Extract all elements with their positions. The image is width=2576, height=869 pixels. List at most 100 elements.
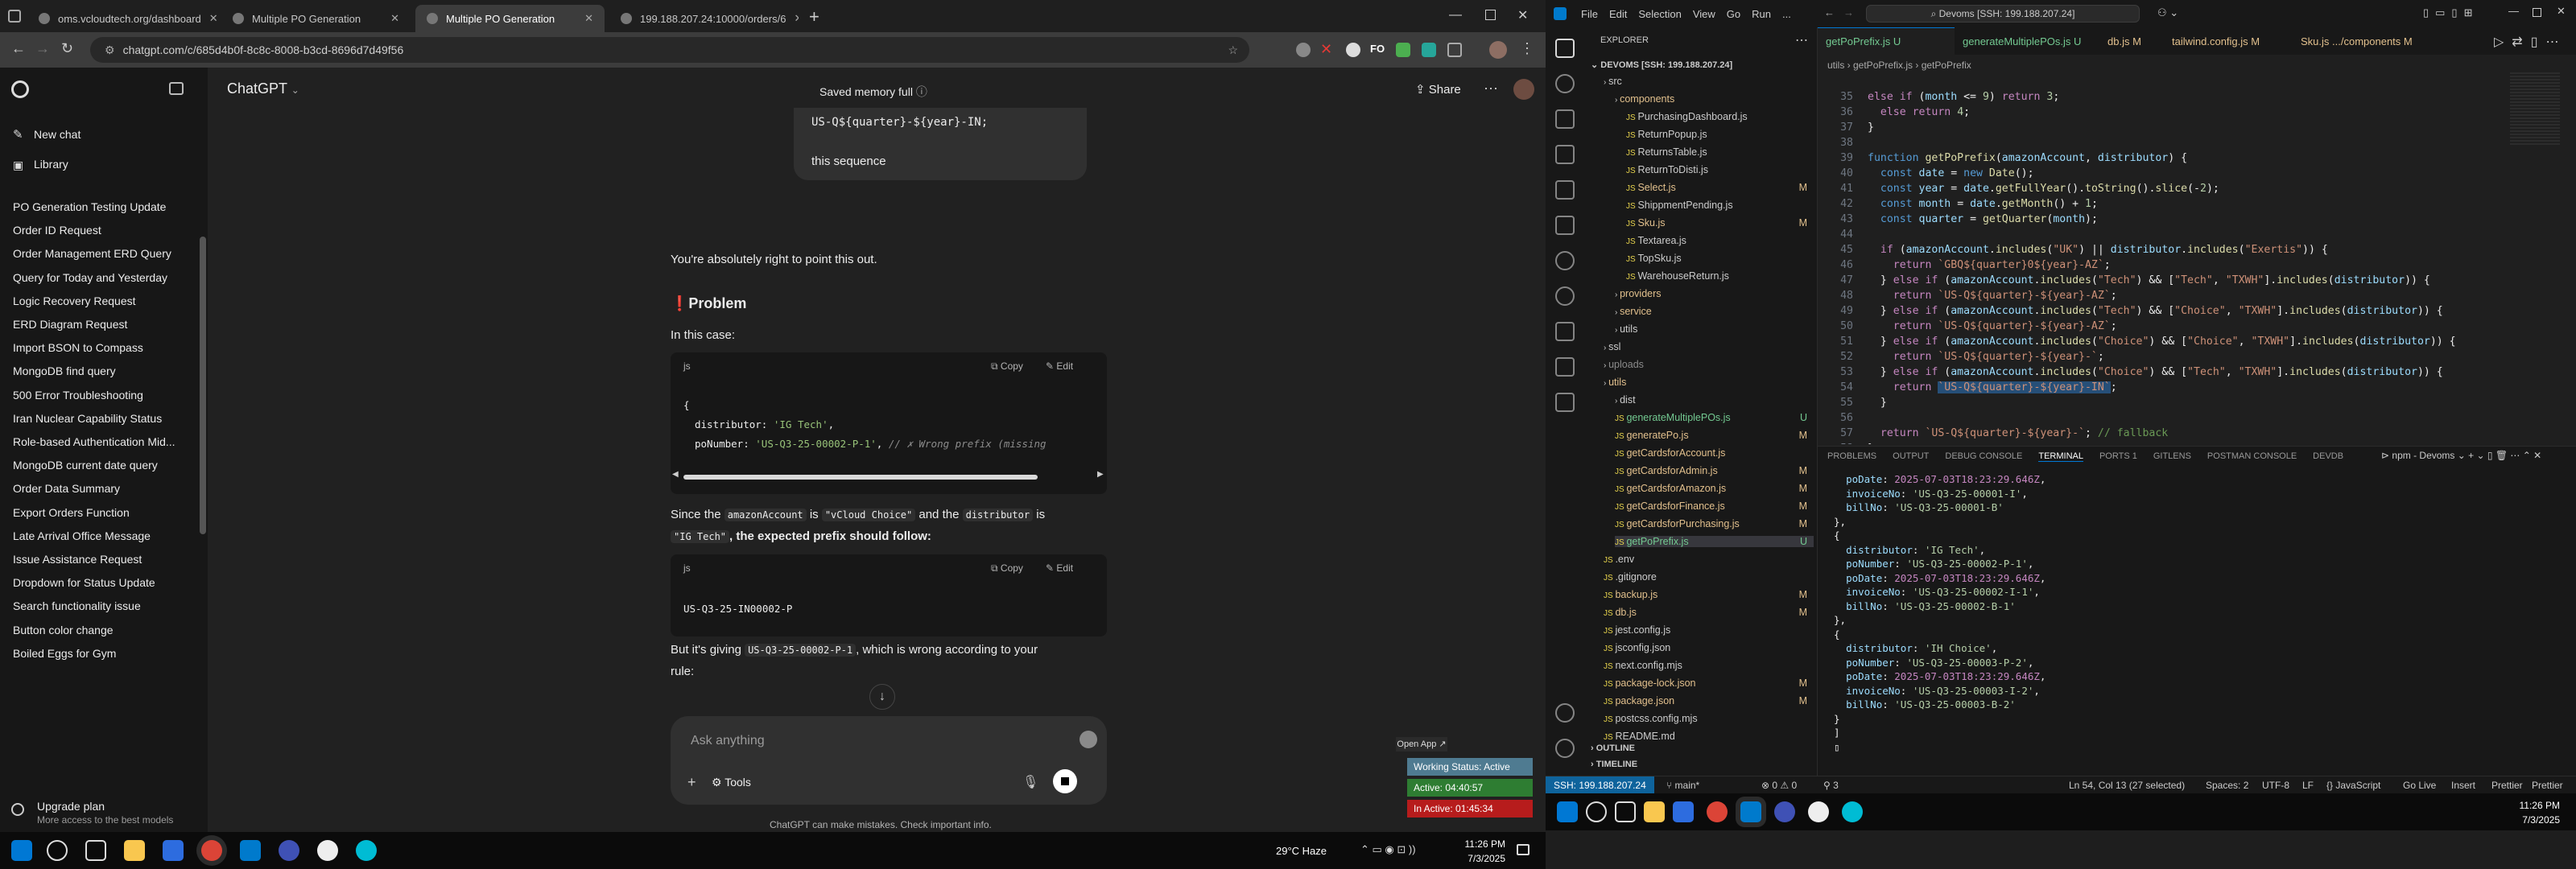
tree-file[interactable]: JS WarehouseReturn.js bbox=[1626, 270, 1814, 282]
panel-tab[interactable]: DEVDB bbox=[2313, 451, 2343, 462]
extensions-icon[interactable] bbox=[1555, 180, 1575, 200]
windows-start-icon[interactable] bbox=[11, 840, 32, 861]
panel-tab[interactable]: POSTMAN CONSOLE bbox=[2207, 451, 2297, 462]
chat-history-item[interactable]: Search functionality issue bbox=[13, 599, 141, 612]
tree-file[interactable]: JS ReturnPopup.js bbox=[1626, 129, 1814, 140]
prettier-2[interactable]: Prettier bbox=[2532, 780, 2563, 791]
app-icon[interactable] bbox=[1808, 801, 1829, 822]
ports-indicator[interactable]: ⚲ 3 bbox=[1823, 780, 1839, 791]
tree-file[interactable]: JS getPoPrefix.js U bbox=[1615, 536, 1814, 547]
encoding[interactable]: UTF-8 bbox=[2262, 780, 2289, 791]
tree-file[interactable]: JS getCardsforAccount.js bbox=[1615, 447, 1814, 459]
remote-explorer-icon[interactable] bbox=[1555, 216, 1575, 235]
tree-folder[interactable]: › providers bbox=[1615, 288, 1814, 299]
tree-file[interactable]: JS jest.config.js bbox=[1604, 624, 1814, 636]
clock-time[interactable]: 11:26 PM bbox=[2496, 800, 2560, 811]
close-tab-icon[interactable]: ✕ bbox=[201, 12, 217, 25]
tree-folder[interactable]: › uploads bbox=[1604, 359, 1814, 370]
editor-tab[interactable]: Sku.js .../components M bbox=[2293, 27, 2429, 55]
app-icon[interactable] bbox=[1842, 801, 1863, 822]
menu-item[interactable]: Go bbox=[1727, 8, 1740, 20]
chat-history-item[interactable]: 500 Error Troubleshooting bbox=[13, 389, 143, 402]
tree-folder[interactable]: › src bbox=[1604, 76, 1814, 87]
accounts-icon[interactable] bbox=[1555, 703, 1575, 723]
close-tab-icon[interactable]: ✕ bbox=[786, 12, 799, 25]
browser-tab-2[interactable]: Multiple PO Generation ✕ bbox=[221, 5, 411, 32]
terminal-selector[interactable]: ⊳ npm - Devoms ⌄ + ⌄ ▯ 🗑 ⋯ ⌃ ✕ bbox=[2381, 450, 2541, 461]
file-explorer-icon[interactable] bbox=[1644, 801, 1665, 822]
close-tab-icon[interactable]: ✕ bbox=[382, 12, 399, 25]
browser-tab-1[interactable]: oms.vcloudtech.org/dashboard ✕ bbox=[27, 5, 217, 32]
chat-history-item[interactable]: MongoDB find query bbox=[13, 364, 116, 377]
tree-file[interactable]: JS Textarea.js bbox=[1626, 235, 1814, 246]
chrome-more-icon[interactable]: ⋮ bbox=[1520, 40, 1534, 57]
tree-file[interactable]: JS Select.js M bbox=[1626, 182, 1814, 193]
forward-icon[interactable]: → bbox=[35, 40, 50, 57]
zoom-icon[interactable] bbox=[1774, 801, 1795, 822]
tree-file[interactable]: JS README.md bbox=[1604, 731, 1814, 742]
extensions-puzzle-icon[interactable] bbox=[1447, 43, 1462, 57]
chat-history-item[interactable]: Iran Nuclear Capability Status bbox=[13, 412, 162, 425]
tree-file[interactable]: JS postcss.config.mjs bbox=[1604, 713, 1814, 724]
task-view-icon[interactable] bbox=[1615, 801, 1636, 822]
copilot-icon[interactable]: ⚇ ⌄ bbox=[2157, 6, 2178, 19]
tree-file[interactable]: JS getCardsforAmazon.js M bbox=[1615, 483, 1814, 494]
editor-actions[interactable]: ▷⇄▯⋯ bbox=[2494, 34, 2567, 50]
branch-indicator[interactable]: ⑂ main* bbox=[1666, 780, 1699, 791]
extension-icon[interactable] bbox=[1396, 43, 1410, 57]
panel-tab[interactable]: GITLENS bbox=[2153, 451, 2191, 462]
code-hscrollbar[interactable] bbox=[683, 475, 1038, 480]
chat-history-item[interactable]: Order Management ERD Query bbox=[13, 247, 171, 260]
explorer-more-icon[interactable]: ⋯ bbox=[1795, 32, 1808, 48]
tray-icons[interactable]: ⌃ ▭ ◉ ⊡ )) bbox=[1360, 843, 1416, 856]
menu-item[interactable]: Selection bbox=[1638, 8, 1681, 20]
search-icon[interactable] bbox=[1586, 801, 1607, 822]
extension-badge-icon[interactable] bbox=[1080, 731, 1097, 748]
source-control-icon[interactable] bbox=[1555, 109, 1575, 129]
new-chat-button[interactable]: New chat bbox=[34, 128, 80, 141]
microphone-icon[interactable]: 🎙 bbox=[1022, 774, 1038, 790]
editor-tab[interactable]: db.js M bbox=[2099, 27, 2164, 55]
timeline-section[interactable]: › TIMELINE bbox=[1591, 760, 1637, 769]
code-editor[interactable]: 35 else if (month <= 9) return 3; 36 else… bbox=[1818, 74, 2502, 444]
back-icon[interactable]: ← bbox=[11, 40, 26, 57]
tree-file[interactable]: JS getCardsforFinance.js M bbox=[1615, 500, 1814, 512]
menu-item[interactable]: Edit bbox=[1609, 8, 1627, 20]
back-icon[interactable]: ← bbox=[1824, 6, 1835, 19]
memory-status[interactable]: Saved memory full ⓘ bbox=[819, 84, 927, 100]
extension-icon[interactable]: FO bbox=[1370, 43, 1385, 55]
scroll-down-button[interactable]: ↓ bbox=[869, 684, 895, 710]
chat-history-item[interactable]: Issue Assistance Request bbox=[13, 553, 142, 566]
close-tab-icon[interactable]: ✕ bbox=[576, 12, 593, 25]
chat-history-item[interactable]: Logic Recovery Request bbox=[13, 294, 136, 307]
tree-folder[interactable]: › components bbox=[1615, 93, 1814, 105]
share-button[interactable]: ⇪ Share bbox=[1415, 82, 1461, 97]
panel-tab[interactable]: OUTPUT bbox=[1893, 451, 1929, 462]
terminal-output[interactable]: poDate: 2025-07-03T18:23:29.646Z, invoic… bbox=[1834, 472, 2046, 754]
chat-history-item[interactable]: Query for Today and Yesterday bbox=[13, 271, 167, 284]
tree-file[interactable]: JS ShippmentPending.js bbox=[1626, 200, 1814, 211]
toggle-sidebar-icon[interactable] bbox=[169, 82, 184, 95]
zoom-icon[interactable] bbox=[279, 840, 299, 861]
editor-tab[interactable]: getPoPrefix.js U bbox=[1818, 27, 1955, 55]
task-view-icon[interactable] bbox=[85, 840, 106, 861]
tree-file[interactable]: JS generatePo.js M bbox=[1615, 430, 1814, 441]
profile-avatar[interactable] bbox=[1489, 41, 1507, 59]
site-info-icon[interactable]: ⚙ bbox=[105, 43, 115, 57]
chat-history-item[interactable]: Dropdown for Status Update bbox=[13, 576, 155, 589]
eol[interactable]: LF bbox=[2302, 780, 2314, 791]
gitlens-icon[interactable] bbox=[1555, 251, 1575, 270]
tree-file[interactable]: JS .env bbox=[1604, 554, 1814, 565]
testing-icon[interactable] bbox=[1555, 322, 1575, 341]
openai-logo-icon[interactable] bbox=[11, 80, 29, 98]
tree-folder[interactable]: › ssl bbox=[1604, 341, 1814, 352]
chrome-icon[interactable] bbox=[201, 840, 222, 861]
chat-history-item[interactable]: PO Generation Testing Update bbox=[13, 200, 166, 213]
command-center[interactable]: ⌕ Devoms [SSH: 199.188.207.24] bbox=[1866, 5, 2140, 23]
browser-tab-4[interactable]: 199.188.207.24:10000/orders/6 ✕ bbox=[609, 5, 799, 32]
panel-tab[interactable]: PORTS 1 bbox=[2099, 451, 2137, 462]
indentation[interactable]: Spaces: 2 bbox=[2206, 780, 2248, 791]
editor-tab[interactable]: generateMultiplePOs.js U bbox=[1955, 27, 2099, 55]
menu-item[interactable]: Run bbox=[1752, 8, 1771, 20]
tree-file[interactable]: JS getCardsforPurchasing.js M bbox=[1615, 518, 1814, 529]
